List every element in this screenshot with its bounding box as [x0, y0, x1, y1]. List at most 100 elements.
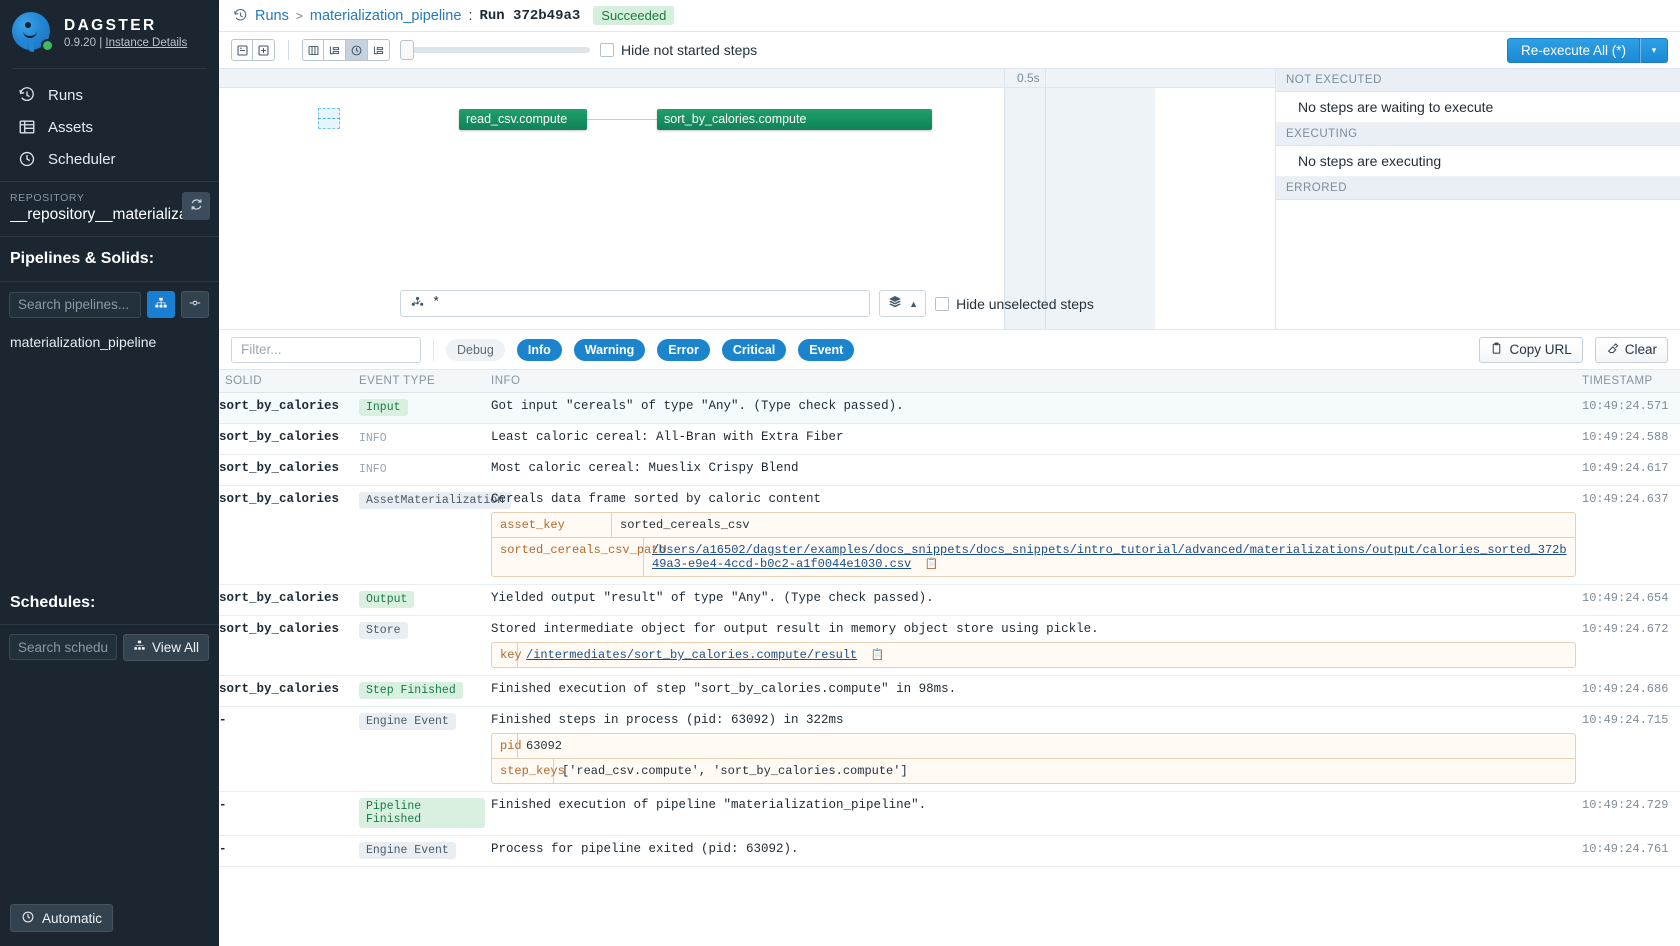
automatic-status-button[interactable]: Automatic	[10, 904, 114, 932]
zoom-slider[interactable]	[400, 40, 590, 60]
cell-timestamp: 10:49:24.715	[1582, 713, 1669, 727]
sidebar-item-runs[interactable]: Runs	[0, 79, 219, 111]
layers-button[interactable]: ▲	[879, 290, 927, 317]
log-level-event[interactable]: Event	[798, 338, 855, 361]
hide-not-started-label: Hide not started steps	[621, 42, 758, 58]
metadata-row: key /intermediates/sort_by_calories.comp…	[492, 643, 1575, 667]
clock-icon-button[interactable]	[346, 39, 368, 61]
cell-timestamp: 10:49:24.654	[1582, 591, 1669, 605]
reload-repository-button[interactable]	[182, 192, 210, 220]
tree-icon-button[interactable]	[324, 39, 346, 61]
cell-event-type: Pipeline Finished	[359, 792, 491, 835]
hide-not-started-row[interactable]: Hide not started steps	[600, 42, 757, 58]
metadata-table: key /intermediates/sort_by_calories.comp…	[491, 642, 1576, 668]
expand-collapse-group	[231, 39, 275, 61]
clipboard-icon[interactable]: 📋	[870, 650, 884, 662]
table-row[interactable]: sort_by_calories INFO Most caloric cerea…	[219, 455, 1680, 486]
table-row[interactable]: sort_by_calories AssetMaterialization Ce…	[219, 486, 1680, 585]
metadata-row: sorted_cereals_csv_path /Users/a16502/da…	[492, 537, 1575, 576]
node-link-icon	[188, 296, 202, 313]
sidebar-item-assets[interactable]: Assets	[0, 111, 219, 143]
sidebar-item-scheduler[interactable]: Scheduler	[0, 143, 219, 175]
metadata-key: asset_key	[492, 513, 612, 537]
zoom-slider-track[interactable]	[409, 47, 590, 53]
clear-label: Clear	[1624, 342, 1657, 357]
pipeline-view-graph-button[interactable]	[147, 291, 175, 318]
cell-event-type: Input	[359, 393, 491, 423]
table-row[interactable]: sort_by_calories INFO Least caloric cere…	[219, 424, 1680, 455]
view-all-label: View All	[151, 639, 199, 655]
log-filter-input[interactable]	[231, 336, 421, 363]
table-row[interactable]: sort_by_calories Input Got input "cereal…	[219, 393, 1680, 424]
schedule-search-input[interactable]	[9, 634, 117, 660]
log-table: SOLID EVENT TYPE INFO TIMESTAMP sort_by_…	[219, 370, 1680, 946]
table-row[interactable]: sort_by_calories Store Stored intermedia…	[219, 616, 1680, 676]
sidebar-item-label: Scheduler	[48, 150, 116, 168]
clear-button[interactable]: Clear	[1594, 336, 1668, 363]
caret-up-icon: ▲	[909, 298, 919, 309]
log-toolbar: Debug Info Warning Error Critical Event …	[219, 330, 1680, 370]
repository-label: REPOSITORY	[10, 192, 85, 204]
pipeline-search-input[interactable]	[9, 291, 141, 318]
metadata-path-link[interactable]: /Users/a16502/dagster/examples/docs_snip…	[652, 543, 1567, 571]
status-badge: Succeeded	[593, 6, 675, 25]
expand-all-icon-button[interactable]	[253, 39, 275, 61]
collapse-all-icon-button[interactable]	[231, 39, 253, 61]
reexecute-dropdown-button[interactable]: ▾	[1640, 37, 1668, 63]
gantt-toolbar: Hide not started steps Re-execute All (*…	[219, 32, 1680, 69]
brand-separator: |	[99, 37, 103, 49]
pipeline-list-item[interactable]: materialization_pipeline	[0, 327, 219, 357]
metadata-path-link[interactable]: /intermediates/sort_by_calories.compute/…	[526, 648, 857, 662]
table-row[interactable]: sort_by_calories Step Finished Finished …	[219, 676, 1680, 707]
reexecute-all-button[interactable]: Re-execute All (*)	[1506, 37, 1640, 63]
log-level-debug[interactable]: Debug	[446, 338, 505, 361]
copy-url-button[interactable]: Copy URL	[1479, 336, 1583, 363]
log-level-error[interactable]: Error	[657, 338, 710, 361]
table-row[interactable]: - Engine Event Process for pipeline exit…	[219, 836, 1680, 867]
log-message: Finished execution of step "sort_by_calo…	[491, 682, 957, 696]
event-type-tag: AssetMaterialization	[359, 492, 512, 509]
table-row[interactable]: sort_by_calories Output Yielded output "…	[219, 585, 1680, 616]
gantt-step-box[interactable]: sort_by_calories.compute	[657, 109, 932, 130]
hide-not-started-checkbox[interactable]	[600, 43, 614, 57]
pipeline-view-list-button[interactable]	[181, 291, 209, 318]
columns-icon-button[interactable]	[302, 39, 324, 61]
cell-timestamp: 10:49:24.761	[1582, 842, 1669, 856]
log-level-warning[interactable]: Warning	[573, 338, 646, 361]
sidebar-item-label: Assets	[48, 118, 94, 136]
tree2-icon-button[interactable]	[368, 39, 390, 61]
table-row[interactable]: - Engine Event Finished steps in process…	[219, 707, 1680, 792]
metadata-key: pid	[492, 734, 522, 758]
executing-message: No steps are executing	[1276, 146, 1680, 177]
solid-query-input[interactable]: *	[400, 290, 871, 317]
gantt-step-box[interactable]: read_csv.compute	[459, 109, 587, 130]
view-all-schedules-button[interactable]: View All	[122, 633, 209, 661]
layers-icon	[887, 294, 903, 313]
clipboard-icon[interactable]: 📋	[924, 559, 938, 571]
brand-header: DAGSTER 0.9.20 | Instance Details	[0, 0, 219, 68]
log-message: Least caloric cereal: All-Bran with Extr…	[491, 430, 844, 444]
breadcrumb-pipeline-link[interactable]: materialization_pipeline	[310, 8, 462, 24]
version-label: 0.9.20	[64, 37, 96, 49]
hide-unselected-row[interactable]: Hide unselected steps	[935, 296, 1094, 312]
table-row[interactable]: - Pipeline Finished Finished execution o…	[219, 792, 1680, 836]
log-level-critical[interactable]: Critical	[721, 338, 787, 361]
log-level-info[interactable]: Info	[516, 338, 562, 361]
history-icon	[233, 8, 248, 23]
pipelines-section-title: Pipelines & Solids:	[0, 237, 219, 282]
cell-event-type: Engine Event	[359, 836, 491, 866]
cell-solid: sort_by_calories	[219, 492, 340, 506]
gantt-connector	[587, 119, 657, 120]
cell-solid: sort_by_calories	[219, 430, 340, 444]
instance-details-link[interactable]: Instance Details	[105, 37, 187, 49]
metadata-value: /intermediates/sort_by_calories.compute/…	[518, 643, 1575, 667]
hide-unselected-checkbox[interactable]	[935, 296, 950, 311]
column-header-solid: SOLID	[225, 375, 263, 387]
gantt-chart[interactable]: 0.5s read_csv.compute sort_by_calories.c…	[219, 69, 1275, 329]
metadata-value: sorted_cereals_csv	[620, 518, 750, 532]
sidebar-footer: Automatic	[0, 894, 219, 946]
zoom-slider-handle[interactable]	[400, 40, 414, 60]
breadcrumb-runs-link[interactable]: Runs	[255, 8, 289, 24]
log-table-body[interactable]: sort_by_calories Input Got input "cereal…	[219, 393, 1680, 946]
